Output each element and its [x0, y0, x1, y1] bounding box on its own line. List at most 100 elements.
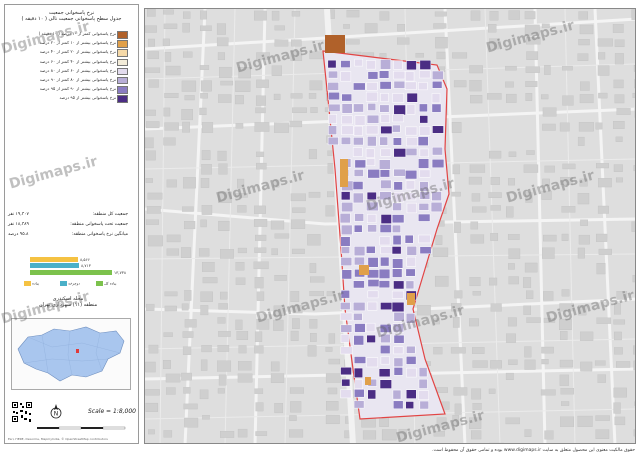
city-block	[391, 290, 404, 299]
city-block	[327, 82, 339, 91]
city-block	[367, 103, 377, 111]
city-block	[393, 357, 404, 368]
city-block	[352, 181, 364, 190]
scale-bar	[37, 426, 126, 430]
city-block	[418, 213, 431, 222]
scale-label: Scale = 1:8,000	[88, 408, 136, 415]
mode-label: پیاده	[32, 281, 39, 286]
city-block	[405, 280, 415, 290]
info-row: میانگین نرخ پاسخوانی منطقه: ۹۵.۸ درصد	[6, 232, 130, 242]
legend-item: نرخ پاسخوانی بیشتر از ۹۵ درصد	[6, 94, 130, 103]
city-block	[379, 70, 390, 79]
city-block	[367, 71, 379, 80]
mode-swatch	[24, 281, 31, 286]
legend-item: نرخ پاسخوانی بیشتر از ۶۰ کمتر از ۸۰ درصد	[6, 67, 130, 76]
panel-title: نرخ پاسخوانی جمعیت جدول سطح پاسخوانی جمع…	[5, 5, 138, 22]
city-block	[393, 311, 405, 322]
city-block	[341, 103, 353, 114]
city-block	[340, 366, 352, 376]
city-block	[379, 236, 391, 246]
city-block	[419, 169, 431, 178]
city-block	[405, 126, 418, 136]
city-block	[419, 181, 429, 192]
city-block	[353, 103, 364, 113]
city-block	[353, 137, 364, 146]
info-row: جمعیت کل منطقه: ۱۹,۳۰۷ نفر	[6, 212, 130, 222]
city-block	[380, 148, 392, 157]
city-block	[353, 367, 363, 378]
city-block	[353, 256, 365, 266]
city-block	[353, 313, 363, 321]
city-block	[340, 136, 351, 145]
city-block	[405, 389, 417, 399]
city-block	[328, 70, 338, 79]
legend-label: نرخ پاسخوانی بیشتر از ۶۰ کمتر از ۸۰ درصد	[39, 67, 116, 73]
qr-code-icon	[11, 401, 33, 423]
city-block	[327, 59, 337, 69]
city-block	[379, 224, 392, 233]
main-map[interactable]: Digimaps.ir Digimaps.ir Digimaps.ir Digi…	[144, 8, 636, 444]
city-block	[393, 400, 404, 410]
city-block	[418, 158, 430, 169]
city-block	[391, 214, 405, 224]
legend-swatch	[117, 40, 128, 48]
mode-swatch	[96, 281, 103, 286]
mode-legend-item: دوچرخه	[58, 281, 80, 288]
city-block	[406, 245, 417, 256]
city-block	[406, 60, 417, 71]
city-block	[431, 159, 445, 169]
panel-title-line2: جدول سطح پاسخوانی جمعیت نالی ( ۱۰ دقیقه …	[21, 16, 122, 22]
city-block	[393, 346, 404, 355]
city-block	[379, 191, 392, 201]
city-block	[367, 214, 377, 223]
legend-swatch	[117, 76, 128, 85]
city-block	[379, 81, 392, 90]
legend-list: نرخ پاسخوانی کمتر از ۱۰ درصد ( ۱۰ دقیقه …	[6, 30, 130, 104]
city-block	[419, 60, 432, 70]
city-block	[431, 103, 442, 113]
city-block	[392, 234, 402, 246]
city-block	[328, 91, 340, 101]
city-block	[354, 115, 366, 126]
city-block	[405, 170, 418, 180]
city-block	[365, 91, 378, 102]
map-canvas	[145, 9, 635, 443]
city-block	[359, 265, 369, 275]
legend-label: نرخ پاسخوانی کمتر از ۱۰ درصد ( ۱۰ دقیقه …	[38, 31, 116, 36]
city-block	[380, 179, 392, 189]
city-block	[392, 114, 404, 123]
city-block	[354, 159, 366, 169]
legend-item: نرخ پاسخوانی بیشتر از ۱۰ کمتر از ۲۰ درصد	[6, 39, 130, 48]
city-block	[367, 301, 378, 311]
legend-label: نرخ پاسخوانی بیشتر از ۹۰ کمتر از ۹۵ درصد	[39, 86, 116, 92]
city-block	[366, 357, 379, 368]
legend-item: نرخ پاسخوانی بیشتر از ۸۰ کمتر از ۹۰ درصد	[6, 76, 130, 85]
city-block	[339, 312, 353, 321]
city-block	[365, 148, 375, 158]
info-label: میانگین نرخ پاسخوانی منطقه:	[71, 232, 128, 237]
city-block	[340, 60, 351, 68]
legend-label: نرخ پاسخوانی بیشتر از ۲۰ کمتر از ۴۰ درصد	[39, 49, 116, 55]
city-block	[405, 401, 414, 409]
city-block	[366, 82, 378, 91]
city-block	[393, 148, 407, 158]
city-block	[340, 257, 353, 267]
info-row: جمعیت تحت پاسخوانی منطقه: ۱۸,۳۸۹ نفر	[6, 222, 130, 232]
city-block	[379, 169, 390, 178]
city-block	[340, 236, 351, 247]
city-block	[352, 192, 364, 204]
city-block	[405, 356, 417, 365]
city-block	[404, 81, 417, 91]
legend-swatch	[117, 67, 128, 76]
city-block	[340, 346, 353, 355]
city-block	[365, 322, 376, 333]
city-block	[393, 70, 406, 80]
legend-item: نرخ پاسخوانی کمتر از ۱۰ درصد ( ۱۰ دقیقه …	[6, 30, 130, 39]
city-block	[341, 378, 351, 387]
city-block	[353, 356, 367, 364]
region-title: محله اسکندری منطقه (۱۱) شهرداری تهران	[6, 296, 130, 308]
city-block	[380, 256, 390, 267]
copyright-notice: حقوق مالکیت معنوی این محصول متعلق به سای…	[432, 448, 635, 453]
city-block	[378, 280, 390, 289]
inset-map	[11, 318, 131, 390]
